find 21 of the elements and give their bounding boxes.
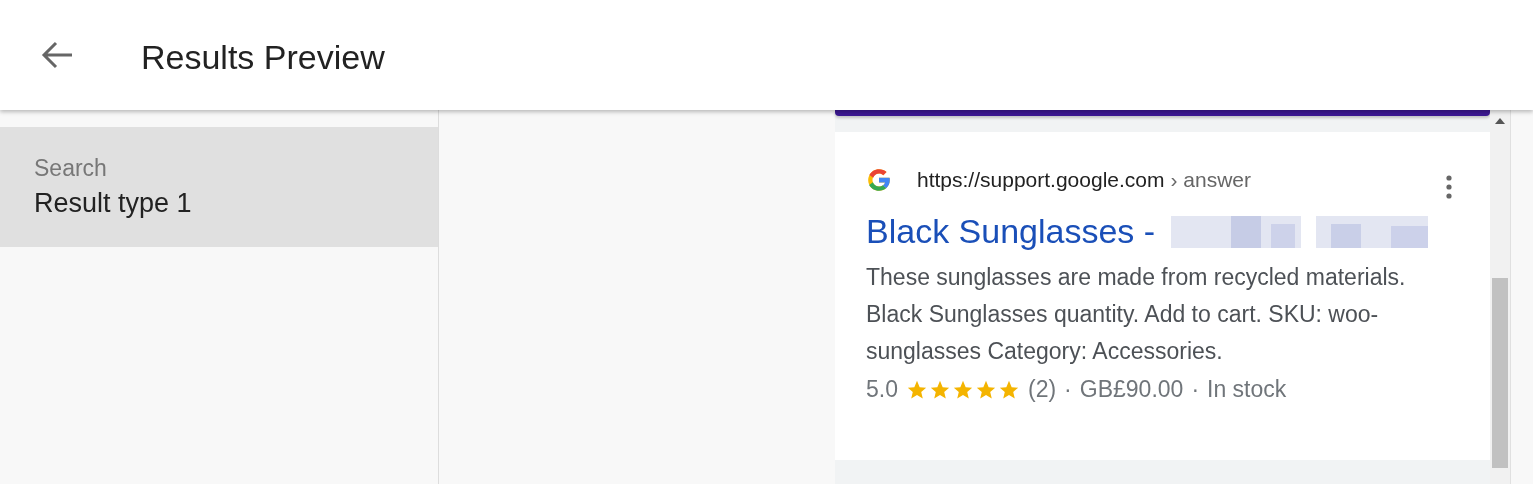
scrollbar-thumb[interactable]: [1492, 278, 1508, 468]
result-title-link[interactable]: Black Sunglasses -: [866, 212, 1156, 251]
result-snippet: These sunglasses are made from recycled materials. Black Sunglasses quantity. Add to cart. SKU: woo-sunglasses Category: Accessories.: [866, 263, 1407, 366]
result-url: https://support.google.com: [917, 168, 1165, 192]
item-label: Search: [34, 155, 108, 182]
rating-value: 5.0: [866, 376, 898, 403]
url-breadcrumb: › answer: [1170, 168, 1251, 192]
price: GB£90.00: [1079, 376, 1184, 403]
separator-dot: ·: [1064, 376, 1072, 403]
more-icon: [1446, 174, 1452, 200]
item-value: Result type 1: [34, 188, 193, 219]
page-title: Results Preview: [141, 37, 385, 77]
separator-dot: ·: [1191, 376, 1200, 403]
scroll-up-icon[interactable]: [1495, 118, 1505, 124]
scrollbar[interactable]: [1490, 110, 1510, 484]
more-options-button[interactable]: [1446, 174, 1452, 200]
back-arrow-icon: [40, 40, 74, 70]
sidebar-item[interactable]: Search Result type 1: [0, 127, 438, 247]
review-count: (2): [1028, 376, 1057, 403]
g-logo-icon: [866, 167, 892, 193]
availability: In stock: [1207, 376, 1287, 403]
